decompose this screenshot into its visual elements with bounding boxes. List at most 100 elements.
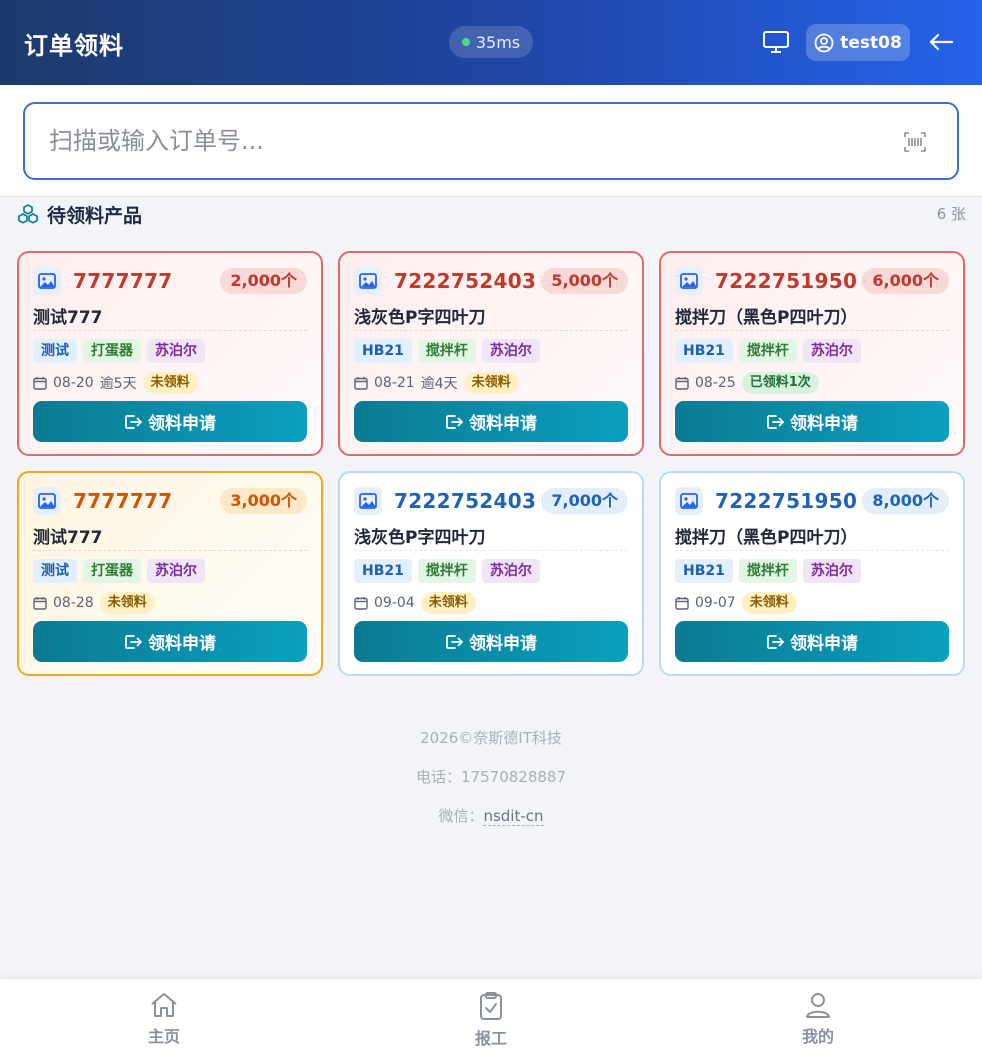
- product-card[interactable]: 7777777 3,000个 测试777 测试 打蛋器 苏泊尔 08-28 未领料 …: [17, 471, 323, 676]
- product-name: 测试777: [33, 523, 307, 551]
- tag-list: HB21 搅拌杆 苏泊尔: [675, 339, 861, 363]
- product-image-button[interactable]: [33, 487, 61, 515]
- latency-badge: 35ms: [449, 26, 533, 58]
- tag: 打蛋器: [83, 339, 141, 363]
- card-meta: 08-20 逾5天 未领料: [33, 371, 198, 395]
- nav-report[interactable]: 报工: [446, 991, 536, 1049]
- calendar-icon: [675, 377, 689, 390]
- product-image-button[interactable]: [354, 487, 382, 515]
- tag: 苏泊尔: [802, 339, 861, 363]
- latency-value: 35ms: [475, 32, 521, 52]
- tag: 测试: [33, 339, 77, 363]
- nav-home-label: 主页: [147, 1027, 180, 1046]
- product-image-button[interactable]: [675, 267, 703, 295]
- tag: 苏泊尔: [147, 339, 205, 363]
- calendar-icon: [33, 377, 47, 390]
- apply-material-button[interactable]: 领料申请: [354, 401, 628, 442]
- apply-button-label: 领料申请: [469, 414, 537, 434]
- calendar-icon: [675, 597, 689, 610]
- tag: 苏泊尔: [481, 559, 540, 583]
- nav-mine-label: 我的: [801, 1027, 834, 1046]
- page-title: 订单领料: [24, 32, 124, 60]
- card-header: 7222752403 7,000个: [354, 485, 628, 517]
- section-title: 待领料产品: [47, 204, 143, 227]
- search-area: [0, 85, 982, 197]
- order-number: 7222752403: [394, 269, 537, 293]
- apply-button-label: 领料申请: [148, 634, 216, 654]
- tag: HB21: [354, 559, 412, 583]
- product-card[interactable]: 7777777 2,000个 测试777 测试 打蛋器 苏泊尔 08-20 逾5天 …: [17, 251, 323, 456]
- status-badge: 未领料: [420, 592, 476, 614]
- product-image-button[interactable]: [33, 267, 61, 295]
- card-meta: 09-04 未领料: [354, 591, 476, 615]
- quantity-badge: 3,000个: [220, 488, 307, 514]
- nav-home[interactable]: 主页: [119, 991, 209, 1047]
- card-meta: 08-28 未领料: [33, 591, 155, 615]
- calendar-icon: [33, 597, 47, 610]
- product-card[interactable]: 7222752403 5,000个 浅灰色P字四叶刀 HB21 搅拌杆 苏泊尔 08…: [338, 251, 644, 456]
- logout-button[interactable]: [926, 28, 956, 56]
- due-date: 08-25: [695, 375, 736, 391]
- card-header: 7222751950 8,000个: [675, 485, 949, 517]
- image-icon: [359, 493, 377, 509]
- user-circle-icon: [814, 33, 834, 52]
- apply-material-button[interactable]: 领料申请: [33, 621, 307, 662]
- product-card[interactable]: 7222752403 7,000个 浅灰色P字四叶刀 HB21 搅拌杆 苏泊尔 09…: [338, 471, 644, 676]
- status-badge: 未领料: [463, 372, 519, 394]
- card-header: 7777777 2,000个: [33, 265, 307, 297]
- section-header: 待领料产品 6 张: [17, 200, 967, 228]
- apply-button-label: 领料申请: [148, 414, 216, 434]
- quantity-badge: 7,000个: [541, 488, 628, 514]
- apply-material-button[interactable]: 领料申请: [675, 621, 949, 662]
- status-badge: 未领料: [99, 592, 155, 614]
- user-menu-button[interactable]: test08: [806, 24, 910, 61]
- card-meta: 08-21 逾4天 未领料: [354, 371, 519, 395]
- arrow-left-icon: [929, 33, 954, 51]
- apply-material-button[interactable]: 领料申请: [33, 401, 307, 442]
- apply-material-button[interactable]: 领料申请: [675, 401, 949, 442]
- apply-button-label: 领料申请: [469, 634, 537, 654]
- bottom-navigation: 主页 报工 我的: [0, 978, 982, 1056]
- export-icon: [446, 414, 463, 429]
- order-number: 7222752403: [394, 489, 537, 513]
- due-date: 08-21: [374, 375, 415, 391]
- tag: HB21: [354, 339, 412, 363]
- calendar-icon: [354, 597, 368, 610]
- apply-button-label: 领料申请: [790, 414, 858, 434]
- tag: 苏泊尔: [147, 559, 205, 583]
- overdue-text: 逾5天: [99, 376, 137, 392]
- order-search-input[interactable]: [49, 127, 869, 155]
- barcode-scan-icon[interactable]: [903, 130, 927, 154]
- tag-list: 测试 打蛋器 苏泊尔: [33, 559, 205, 583]
- tag-list: HB21 搅拌杆 苏泊尔: [675, 559, 861, 583]
- search-box: [23, 102, 959, 180]
- product-image-button[interactable]: [675, 487, 703, 515]
- home-icon: [151, 993, 177, 1017]
- product-card[interactable]: 7222751950 8,000个 搅拌刀（黑色P四叶刀） HB21 搅拌杆 苏泊尔…: [659, 471, 965, 676]
- status-badge: 已领料1次: [741, 372, 819, 394]
- product-card[interactable]: 7222751950 6,000个 搅拌刀（黑色P四叶刀） HB21 搅拌杆 苏泊尔…: [659, 251, 965, 456]
- card-meta: 09-07 未领料: [675, 591, 797, 615]
- apply-material-button[interactable]: 领料申请: [354, 621, 628, 662]
- username: test08: [840, 32, 902, 53]
- product-name: 搅拌刀（黑色P四叶刀）: [675, 523, 949, 551]
- tag: 搅拌杆: [417, 559, 476, 583]
- phone-label: 电话：: [416, 768, 462, 786]
- product-image-button[interactable]: [354, 267, 382, 295]
- product-name: 浅灰色P字四叶刀: [354, 523, 628, 551]
- monitor-button[interactable]: [760, 28, 792, 56]
- due-date: 08-20: [53, 375, 94, 391]
- quantity-badge: 6,000个: [862, 268, 949, 294]
- nav-mine[interactable]: 我的: [773, 991, 863, 1047]
- tag: 苏泊尔: [481, 339, 540, 363]
- order-number: 7777777: [73, 269, 173, 293]
- wechat-id[interactable]: nsdit-cn: [483, 807, 544, 826]
- clipboard-check-icon: [480, 992, 502, 1020]
- due-date: 08-28: [53, 595, 94, 611]
- quantity-badge: 2,000个: [220, 268, 307, 294]
- image-icon: [38, 273, 56, 289]
- export-icon: [125, 414, 142, 429]
- phone-number[interactable]: 17570828887: [461, 768, 566, 786]
- boxes-icon: [18, 204, 38, 224]
- contact-phone: 电话：17570828887: [0, 765, 982, 804]
